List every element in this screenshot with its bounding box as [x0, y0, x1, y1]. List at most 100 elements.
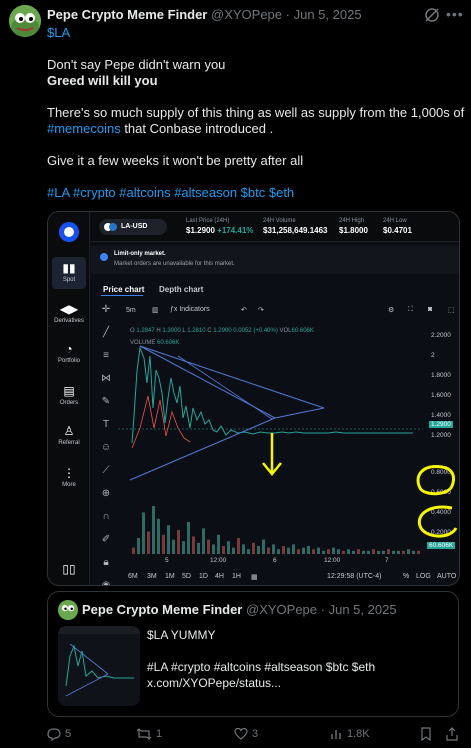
x-tick: 6 [273, 557, 277, 564]
volume-bar [227, 541, 230, 554]
sidebar-item-portfolio[interactable]: ◔ Portfolio [48, 342, 90, 364]
hashtags[interactable]: #LA #crypto #altcoins #altseason $btc $e… [47, 185, 294, 200]
magnet-icon[interactable]: ∩ [99, 511, 113, 525]
zoom-icon[interactable]: ⊕ [99, 488, 113, 502]
pencil-lock-icon[interactable]: ✐ [99, 534, 113, 548]
post-image[interactable]: ▮▮ Spot ◀▶ Derivatives ◔ Portfolio ▤ Orders … [47, 211, 460, 586]
volume-bar [352, 550, 355, 554]
sidebar-item-spot[interactable]: ▮▮ Spot [48, 261, 90, 283]
volume-bar [412, 550, 415, 554]
reply-button[interactable]: 5 [47, 727, 71, 742]
referral-icon: ♙ [63, 424, 75, 438]
volume-bar [237, 538, 240, 554]
quoted-post[interactable]: Pepe Crypto Meme Finder @XYOPepe · Jun 5… [47, 591, 459, 717]
sidebar-item-derivatives[interactable]: ◀▶ Derivatives [48, 302, 90, 324]
quote-date: Jun 5, 2025 [328, 602, 397, 617]
auto-toggle[interactable]: AUTO [437, 573, 456, 580]
grok-icon[interactable] [423, 6, 441, 24]
volume-bar [132, 547, 135, 554]
volume-bar [257, 546, 260, 554]
volume-bar [382, 550, 385, 554]
author-name[interactable]: Pepe Crypto Meme Finder [47, 7, 207, 22]
timeframe-1h[interactable]: 1H [232, 573, 241, 580]
repost-button[interactable]: 1 [136, 727, 162, 741]
timeframe-5d[interactable]: 5D [182, 573, 191, 580]
views-button[interactable]: 1.8K [329, 727, 370, 741]
avatar[interactable] [9, 5, 41, 37]
ruler-icon[interactable]: ⟋ [99, 465, 113, 479]
timeframe-6m[interactable]: 6M [128, 573, 138, 580]
volume-bar [282, 546, 285, 554]
volume-bar [272, 544, 275, 554]
trendline-icon[interactable]: ╱ [99, 327, 113, 341]
sidebar-item-more[interactable]: ⋮ More [48, 466, 90, 488]
volume-bar [242, 544, 245, 554]
volume-bar [147, 531, 150, 554]
volume-bar [197, 542, 200, 554]
chart-bottom-bar: 6M 3M 1M 5D 1D 4H 1H ▦ 12:29:58 (UTC-4) … [91, 569, 459, 585]
share-button[interactable] [446, 727, 462, 741]
info-icon [100, 253, 108, 261]
pattern-icon[interactable]: ⋈ [99, 373, 113, 387]
y-tick: 2 [431, 352, 435, 359]
volume-bar [292, 544, 295, 554]
volume-bar [407, 549, 410, 554]
quote-line: #LA #crypto #altcoins #altseason $btc $e… [147, 660, 376, 674]
lines-icon[interactable]: ≡ [99, 350, 113, 364]
tab-underline [101, 295, 143, 296]
volume-bar [142, 512, 145, 554]
crosshair-icon[interactable]: ✛ [99, 304, 113, 318]
timeframe-1m[interactable]: 1M [165, 573, 175, 580]
pair-selector[interactable]: LA-USD [99, 219, 167, 235]
volume-bar [377, 550, 380, 554]
orders-icon: ▤ [63, 384, 75, 398]
sidebar-item-referral[interactable]: ♙ Referral [48, 424, 90, 446]
camera-icon[interactable]: ◙ [428, 306, 432, 313]
sidebar-item-orders[interactable]: ▤ Orders [48, 384, 90, 406]
exchange-sidebar: ▮▮ Spot ◀▶ Derivatives ◔ Portfolio ▤ Orders … [48, 212, 90, 585]
tab-depth-chart[interactable]: Depth chart [159, 285, 203, 294]
timeframe-3m[interactable]: 3M [147, 573, 157, 580]
volume-bar [387, 549, 390, 554]
more-icon[interactable]: ••• [446, 6, 464, 22]
like-button[interactable]: 3 [234, 727, 258, 741]
brush-icon[interactable]: ✎ [99, 396, 113, 410]
volume-bar [207, 539, 210, 554]
price-chart[interactable] [118, 308, 423, 556]
post-header: Pepe Crypto Meme Finder @XYOPepe · Jun 5… [47, 7, 362, 22]
volume-bar [417, 550, 420, 554]
ticker-link[interactable]: $LA [47, 25, 70, 40]
pie-icon: ◔ [65, 342, 73, 356]
volume-bar [267, 547, 270, 554]
volume-bar [157, 518, 160, 554]
emoji-icon[interactable]: ☺ [99, 442, 113, 456]
screenshot-icon[interactable]: ⬚ [448, 306, 455, 314]
author-handle[interactable]: @XYOPepe [211, 7, 282, 22]
heart-icon [234, 727, 248, 740]
volume-bar [152, 506, 155, 554]
hashtag-link[interactable]: #memecoins [47, 121, 121, 136]
post-date[interactable]: Jun 5, 2025 [294, 7, 362, 22]
calendar-icon[interactable]: ▦ [251, 573, 258, 581]
post-line: There's so much supply of this thing as … [47, 105, 465, 120]
bookmark-button[interactable] [420, 727, 436, 742]
timeframe-4h[interactable]: 4H [215, 573, 224, 580]
views-icon [331, 730, 341, 739]
log-toggle[interactable]: LOG [416, 573, 431, 580]
percent-toggle[interactable]: % [403, 573, 409, 580]
triangle-pattern [129, 345, 325, 481]
volume-bar [327, 549, 330, 554]
yellow-circle-annotation [416, 465, 458, 538]
y-tick: 1.6000 [431, 392, 451, 399]
tab-price-chart[interactable]: Price chart [103, 285, 144, 294]
volume-bar [312, 549, 315, 554]
text-icon[interactable]: T [99, 419, 113, 433]
coinbase-logo-icon [59, 222, 79, 242]
volume-bar [202, 528, 205, 554]
timeframe-1d[interactable]: 1D [199, 573, 208, 580]
stat-low: 24H Low $0.4701 [383, 218, 412, 235]
volume-bar [162, 534, 165, 554]
volume-bar [262, 539, 265, 554]
toggle-icon[interactable]: ▯▯ [48, 562, 90, 578]
volume-bar [287, 547, 290, 554]
